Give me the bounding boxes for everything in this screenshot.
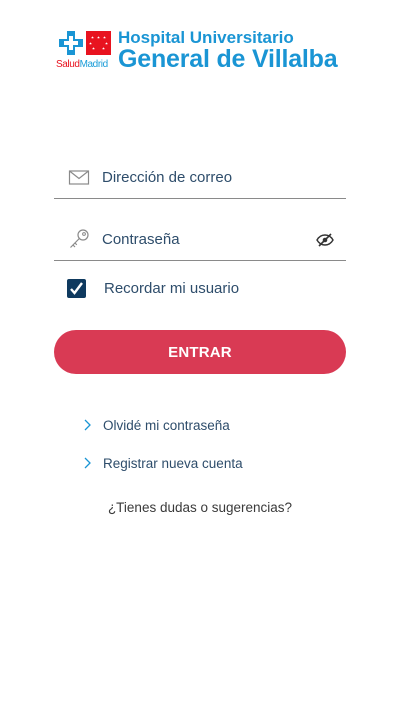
forgot-password-label: Olvidé mi contraseña [103, 417, 230, 433]
brand-part-salud: Salud [56, 59, 80, 70]
chevron-right-icon [84, 457, 91, 469]
checkmark-icon [70, 281, 83, 295]
chevron-right-icon [84, 419, 91, 431]
forgot-password-link[interactable]: Olvidé mi contraseña [82, 415, 230, 435]
salud-madrid-text: SaludMadrid [56, 59, 108, 70]
salud-madrid-logo: SaludMadrid [56, 28, 112, 72]
help-suggestions-link[interactable]: ¿Tienes dudas o sugerencias? [0, 500, 400, 515]
password-field [54, 222, 346, 261]
remember-user-label: Recordar mi usuario [104, 279, 240, 297]
register-account-label: Registrar nueva cuenta [103, 455, 243, 471]
brand-part-madrid: Madrid [79, 59, 109, 70]
enter-button[interactable]: ENTRAR [54, 330, 346, 374]
hospital-header: SaludMadrid Hospital Universitario Gener… [56, 28, 356, 74]
email-field [54, 160, 346, 199]
key-icon [70, 229, 89, 248]
envelope-icon [68, 170, 90, 185]
madrid-flag-icon [86, 31, 111, 55]
email-input[interactable] [102, 164, 302, 190]
hospital-title-line2: General de Villalba [118, 45, 338, 73]
password-input[interactable] [102, 226, 302, 252]
remember-user-row[interactable]: Recordar mi usuario [67, 277, 239, 299]
remember-user-checkbox[interactable] [67, 278, 86, 298]
eye-slash-icon[interactable] [316, 232, 334, 248]
medical-cross-icon [59, 31, 83, 55]
register-account-link[interactable]: Registrar nueva cuenta [82, 453, 243, 473]
